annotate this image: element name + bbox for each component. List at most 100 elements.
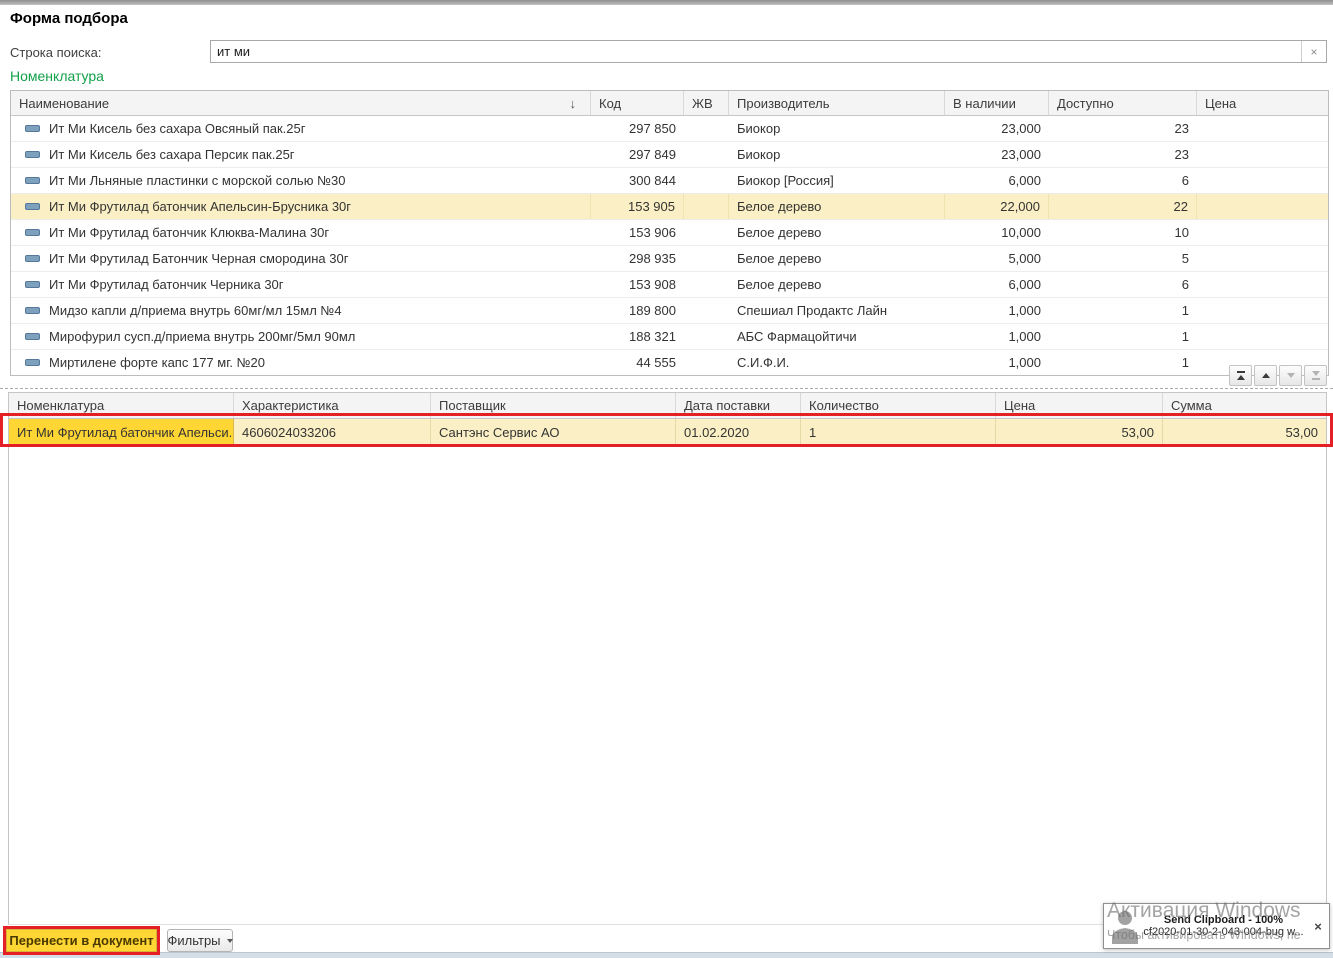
column-header-name[interactable]: Наименование↓: [11, 91, 591, 115]
cell-producer[interactable]: Спешиал Продактс Лайн: [729, 298, 945, 323]
cell-in_stock[interactable]: 6,000: [945, 272, 1049, 297]
scroll-down-button[interactable]: [1279, 365, 1302, 386]
cell-zhv[interactable]: [684, 272, 729, 297]
cell-in_stock[interactable]: 10,000: [945, 220, 1049, 245]
cell-zhv[interactable]: [684, 350, 729, 375]
cell-zhv[interactable]: [684, 246, 729, 271]
filters-button[interactable]: Фильтры: [167, 929, 233, 952]
table-row[interactable]: Ит Ми Кисель без сахара Персик пак.25г29…: [11, 142, 1328, 168]
cell-price[interactable]: 53,00: [996, 419, 1163, 445]
cell-name[interactable]: Ит Ми Кисель без сахара Овсяный пак.25г: [11, 116, 591, 141]
cell-in_stock[interactable]: 23,000: [945, 116, 1049, 141]
cell-zhv[interactable]: [684, 168, 729, 193]
cell-code[interactable]: 297 850: [591, 116, 684, 141]
scroll-top-button[interactable]: [1229, 365, 1252, 386]
cell-in_stock[interactable]: 23,000: [945, 142, 1049, 167]
cell-price[interactable]: [1197, 116, 1328, 141]
cell-name[interactable]: Миртилене форте капс 177 мг. №20: [11, 350, 591, 375]
column-header-quantity[interactable]: Количество: [801, 393, 996, 418]
table-row[interactable]: Ит Ми Льняные пластинки с морской солью …: [11, 168, 1328, 194]
cell-producer[interactable]: Белое дерево: [729, 246, 945, 271]
cell-available[interactable]: 1: [1049, 350, 1197, 375]
cell-code[interactable]: 297 849: [591, 142, 684, 167]
cell-quantity[interactable]: 1: [801, 419, 996, 445]
cell-price[interactable]: [1197, 220, 1328, 245]
close-icon[interactable]: ×: [1307, 919, 1329, 934]
cell-in_stock[interactable]: 22,000: [945, 194, 1049, 219]
cell-producer[interactable]: Белое дерево: [729, 194, 945, 219]
cell-price[interactable]: [1197, 194, 1328, 219]
cell-code[interactable]: 44 555: [591, 350, 684, 375]
cell-name[interactable]: Ит Ми Льняные пластинки с морской солью …: [11, 168, 591, 193]
cell-available[interactable]: 1: [1049, 298, 1197, 323]
cell-zhv[interactable]: [684, 324, 729, 349]
cell-producer[interactable]: Биокор [Россия]: [729, 168, 945, 193]
column-header-sum[interactable]: Сумма: [1163, 393, 1326, 418]
cell-zhv[interactable]: [684, 142, 729, 167]
cell-characteristic[interactable]: 4606024033206: [234, 419, 431, 445]
transfer-to-document-button[interactable]: Перенести в документ: [6, 929, 157, 952]
column-header-characteristic[interactable]: Характеристика: [234, 393, 431, 418]
cell-in_stock[interactable]: 5,000: [945, 246, 1049, 271]
cell-available[interactable]: 6: [1049, 272, 1197, 297]
cell-in_stock[interactable]: 1,000: [945, 324, 1049, 349]
cell-producer[interactable]: АБС Фармацойтичи: [729, 324, 945, 349]
cell-producer[interactable]: С.И.Ф.И.: [729, 350, 945, 375]
table-row-selected[interactable]: Ит Ми Фрутилад батончик Апельсин-Брусник…: [11, 194, 1328, 220]
cell-price[interactable]: [1197, 168, 1328, 193]
table-row[interactable]: Ит Ми Фрутилад Батончик Черная смородина…: [11, 246, 1328, 272]
cell-available[interactable]: 23: [1049, 116, 1197, 141]
cell-name[interactable]: Ит Ми Фрутилад батончик Клюква-Малина 30…: [11, 220, 591, 245]
cell-delivery_date[interactable]: 01.02.2020: [676, 419, 801, 445]
cell-code[interactable]: 189 800: [591, 298, 684, 323]
column-header-supplier[interactable]: Поставщик: [431, 393, 676, 418]
table-row[interactable]: Мидзо капли д/приема внутрь 60мг/мл 15мл…: [11, 298, 1328, 324]
cell-producer[interactable]: Белое дерево: [729, 220, 945, 245]
table-row[interactable]: Ит Ми Фрутилад батончик Черника 30г153 9…: [11, 272, 1328, 298]
column-header-price[interactable]: Цена: [1197, 91, 1328, 115]
selected-item-row[interactable]: Ит Ми Фрутилад батончик Апельси...460602…: [9, 419, 1326, 445]
column-header-in_stock[interactable]: В наличии: [945, 91, 1049, 115]
cell-name[interactable]: Мирофурил сусп.д/приема внутрь 200мг/5мл…: [11, 324, 591, 349]
cell-producer[interactable]: Биокор: [729, 116, 945, 141]
cell-zhv[interactable]: [684, 298, 729, 323]
cell-code[interactable]: 188 321: [591, 324, 684, 349]
column-header-price[interactable]: Цена: [996, 393, 1163, 418]
cell-in_stock[interactable]: 1,000: [945, 350, 1049, 375]
table-row[interactable]: Ит Ми Фрутилад батончик Клюква-Малина 30…: [11, 220, 1328, 246]
cell-code[interactable]: 153 905: [591, 194, 684, 219]
cell-code[interactable]: 153 906: [591, 220, 684, 245]
search-input[interactable]: [211, 41, 1301, 62]
cell-price[interactable]: [1197, 142, 1328, 167]
cell-supplier[interactable]: Сантэнс Сервис АО: [431, 419, 676, 445]
clear-search-icon[interactable]: ×: [1301, 41, 1326, 62]
cell-name[interactable]: Мидзо капли д/приема внутрь 60мг/мл 15мл…: [11, 298, 591, 323]
column-header-available[interactable]: Доступно: [1049, 91, 1197, 115]
cell-price[interactable]: [1197, 324, 1328, 349]
cell-producer[interactable]: Белое дерево: [729, 272, 945, 297]
search-field[interactable]: ×: [210, 40, 1327, 63]
cell-name[interactable]: Ит Ми Фрутилад батончик Черника 30г: [11, 272, 591, 297]
scroll-bottom-button[interactable]: [1304, 365, 1327, 386]
cell-price[interactable]: [1197, 272, 1328, 297]
cell-zhv[interactable]: [684, 194, 729, 219]
scroll-up-button[interactable]: [1254, 365, 1277, 386]
cell-available[interactable]: 23: [1049, 142, 1197, 167]
table-row[interactable]: Мирофурил сусп.д/приема внутрь 200мг/5мл…: [11, 324, 1328, 350]
cell-code[interactable]: 300 844: [591, 168, 684, 193]
cell-price[interactable]: [1197, 298, 1328, 323]
cell-nomenclature[interactable]: Ит Ми Фрутилад батончик Апельси...: [9, 419, 234, 445]
cell-name[interactable]: Ит Ми Фрутилад Батончик Черная смородина…: [11, 246, 591, 271]
cell-code[interactable]: 153 908: [591, 272, 684, 297]
cell-name[interactable]: Ит Ми Кисель без сахара Персик пак.25г: [11, 142, 591, 167]
column-header-code[interactable]: Код: [591, 91, 684, 115]
cell-producer[interactable]: Биокор: [729, 142, 945, 167]
cell-available[interactable]: 5: [1049, 246, 1197, 271]
table-row[interactable]: Ит Ми Кисель без сахара Овсяный пак.25г2…: [11, 116, 1328, 142]
cell-available[interactable]: 10: [1049, 220, 1197, 245]
cell-zhv[interactable]: [684, 116, 729, 141]
cell-sum[interactable]: 53,00: [1163, 419, 1326, 445]
cell-available[interactable]: 6: [1049, 168, 1197, 193]
pane-splitter[interactable]: [0, 388, 1333, 389]
column-header-delivery_date[interactable]: Дата поставки: [676, 393, 801, 418]
